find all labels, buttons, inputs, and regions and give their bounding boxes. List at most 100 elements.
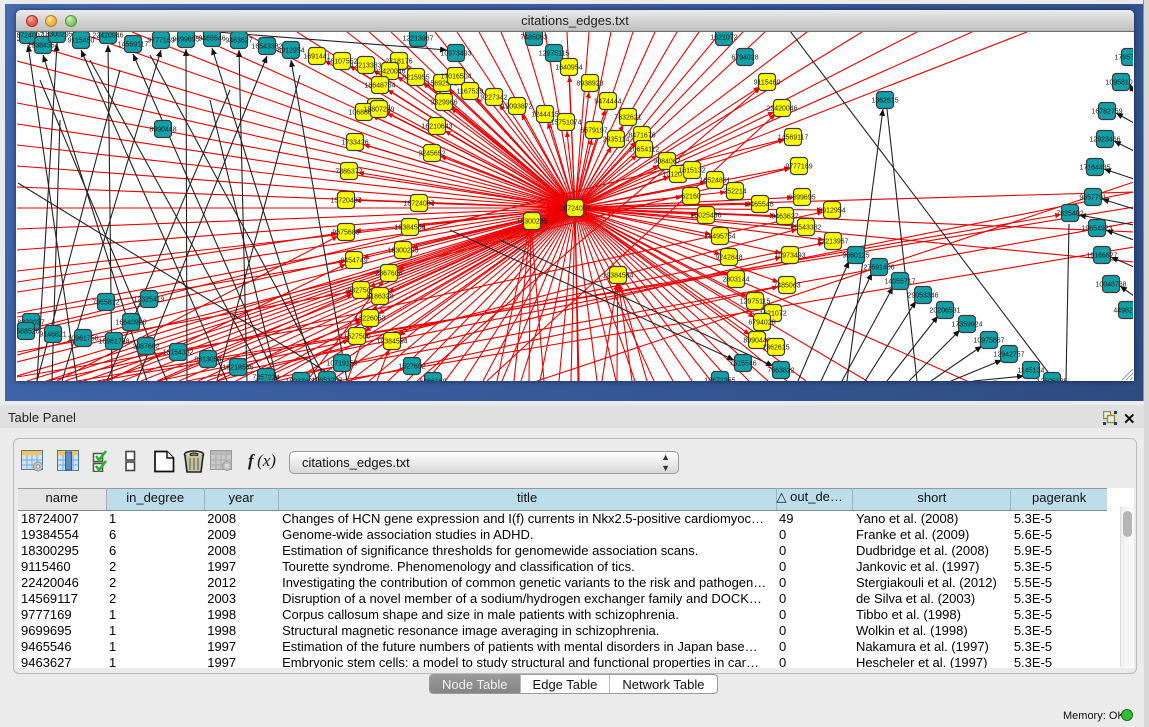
svg-text:12093872: 12093872 <box>501 104 532 111</box>
svg-text:7663822: 7663822 <box>767 368 794 375</box>
svg-text:18807249: 18807249 <box>363 107 394 114</box>
svg-text:16640910: 16640910 <box>115 320 146 327</box>
svg-text:7485063: 7485063 <box>773 283 800 290</box>
svg-text:8471676: 8471676 <box>628 133 655 140</box>
svg-text:8990448: 8990448 <box>743 338 770 345</box>
svg-text:1362615: 1362615 <box>871 98 898 105</box>
svg-text:9660125: 9660125 <box>842 253 869 260</box>
svg-text:16154332: 16154332 <box>162 350 193 357</box>
svg-text:9875685: 9875685 <box>332 230 359 237</box>
svg-text:1588520: 1588520 <box>17 329 40 336</box>
svg-text:12942757: 12942757 <box>993 352 1024 359</box>
svg-text:1733426: 1733426 <box>341 140 368 147</box>
svg-text:12923466: 12923466 <box>1089 137 1120 144</box>
svg-text:14055717: 14055717 <box>884 279 915 286</box>
svg-text:7515546: 7515546 <box>729 361 756 368</box>
svg-text:10973493: 10973493 <box>774 253 805 260</box>
svg-text:8454749: 8454749 <box>340 258 367 265</box>
svg-text:7485063: 7485063 <box>520 35 547 42</box>
svg-text:1640954: 1640954 <box>555 65 582 72</box>
svg-text:19384554: 19384554 <box>376 339 407 346</box>
svg-text:19654923: 19654923 <box>1081 226 1112 233</box>
svg-text:9699695: 9699695 <box>172 37 199 44</box>
svg-text:27691406: 27691406 <box>863 265 894 272</box>
svg-text:18724007: 18724007 <box>403 201 434 208</box>
svg-text:10975867: 10975867 <box>973 338 1004 345</box>
svg-text:9465546: 9465546 <box>198 36 225 43</box>
svg-text:1615132: 1615132 <box>678 168 705 175</box>
svg-text:12325419: 12325419 <box>133 297 164 304</box>
svg-text:9463627: 9463627 <box>771 214 798 221</box>
svg-text:7886372: 7886372 <box>335 169 362 176</box>
svg-text:2803144: 2803144 <box>722 277 749 284</box>
svg-text:19218586: 19218586 <box>222 365 253 372</box>
svg-text:18724007: 18724007 <box>559 206 590 213</box>
svg-text:9115460: 9115460 <box>754 80 781 87</box>
svg-text:18300295: 18300295 <box>516 219 547 226</box>
svg-text:1145134: 1145134 <box>1018 368 1045 375</box>
svg-text:10973493: 10973493 <box>440 51 471 58</box>
svg-text:10719155: 10719155 <box>326 361 357 368</box>
svg-text:9699695: 9699695 <box>788 195 815 202</box>
svg-text:22420046: 22420046 <box>374 69 405 76</box>
svg-text:9329966: 9329966 <box>430 100 457 107</box>
svg-text:2087682: 2087682 <box>132 344 159 351</box>
svg-text:16961758: 16961758 <box>98 339 129 346</box>
svg-text:9115460: 9115460 <box>68 38 95 45</box>
svg-text:1621072: 1621072 <box>710 35 737 42</box>
svg-text:6466160: 6466160 <box>419 379 446 382</box>
svg-text:19384554: 19384554 <box>602 273 633 280</box>
svg-text:10653267: 10653267 <box>311 378 342 382</box>
svg-text:6679197: 6679197 <box>580 128 607 135</box>
svg-text:9777169: 9777169 <box>785 164 812 171</box>
svg-text:62160: 62160 <box>681 194 701 201</box>
svg-text:16543382: 16543382 <box>790 225 821 232</box>
svg-text:13226053: 13226053 <box>354 316 385 323</box>
svg-text:8938923: 8938923 <box>576 81 603 88</box>
svg-text:6794028: 6794028 <box>748 320 775 327</box>
svg-text:16648784: 16648784 <box>364 83 395 90</box>
svg-text:17016504: 17016504 <box>440 74 471 81</box>
svg-text:9474444: 9474444 <box>594 99 621 106</box>
svg-text:29053346: 29053346 <box>907 293 938 300</box>
svg-text:1527500: 1527500 <box>343 334 370 341</box>
svg-text:19384554: 19384554 <box>394 225 425 232</box>
svg-text:20206531: 20206531 <box>929 308 960 315</box>
svg-text:10961758: 10961758 <box>67 336 98 343</box>
svg-text:2935114: 2935114 <box>603 137 630 144</box>
svg-text:9146821: 9146821 <box>39 332 66 339</box>
svg-text:1362615: 1362615 <box>762 345 789 352</box>
svg-text:9465546: 9465546 <box>746 202 773 209</box>
svg-text:10654112: 10654112 <box>629 147 660 154</box>
svg-text:18300295: 18300295 <box>387 248 418 255</box>
svg-text:10671355: 10671355 <box>704 378 735 382</box>
svg-text:9242848: 9242848 <box>715 255 742 262</box>
svg-text:9227342: 9227342 <box>480 95 507 102</box>
svg-text:7955812: 7955812 <box>92 300 119 307</box>
svg-text:12505135: 12505135 <box>1036 379 1067 382</box>
svg-text:9657791: 9657791 <box>1079 195 1106 202</box>
svg-text:8813054: 8813054 <box>194 357 221 364</box>
svg-text:18495754: 18495754 <box>704 234 735 241</box>
svg-text:2867608: 2867608 <box>375 271 402 278</box>
svg-text:16524861: 16524861 <box>699 178 730 185</box>
svg-text:9777169: 9777169 <box>147 38 174 45</box>
svg-text:15751074: 15751074 <box>550 120 581 127</box>
svg-text:22420046: 22420046 <box>92 33 123 40</box>
svg-text:9245652: 9245652 <box>418 151 445 158</box>
svg-text:1527602: 1527602 <box>398 364 425 371</box>
svg-text:252214: 252214 <box>723 189 746 196</box>
svg-text:7625402: 7625402 <box>1056 211 1083 218</box>
svg-text:10958107: 10958107 <box>1105 80 1133 87</box>
svg-text:10046768: 10046768 <box>1095 282 1126 289</box>
svg-text:8912954: 8912954 <box>277 48 304 55</box>
svg-text:12213967: 12213967 <box>402 36 433 43</box>
svg-text:14569117: 14569117 <box>778 135 809 142</box>
svg-text:7357224: 7357224 <box>252 375 279 382</box>
svg-text:17164485: 17164485 <box>1079 165 1110 172</box>
svg-text:6794028: 6794028 <box>731 55 758 62</box>
svg-text:8186328: 8186328 <box>366 294 393 301</box>
svg-text:16210643: 16210643 <box>421 124 452 131</box>
svg-text:1244415: 1244415 <box>531 112 558 119</box>
svg-text:17359924: 17359924 <box>951 322 982 329</box>
